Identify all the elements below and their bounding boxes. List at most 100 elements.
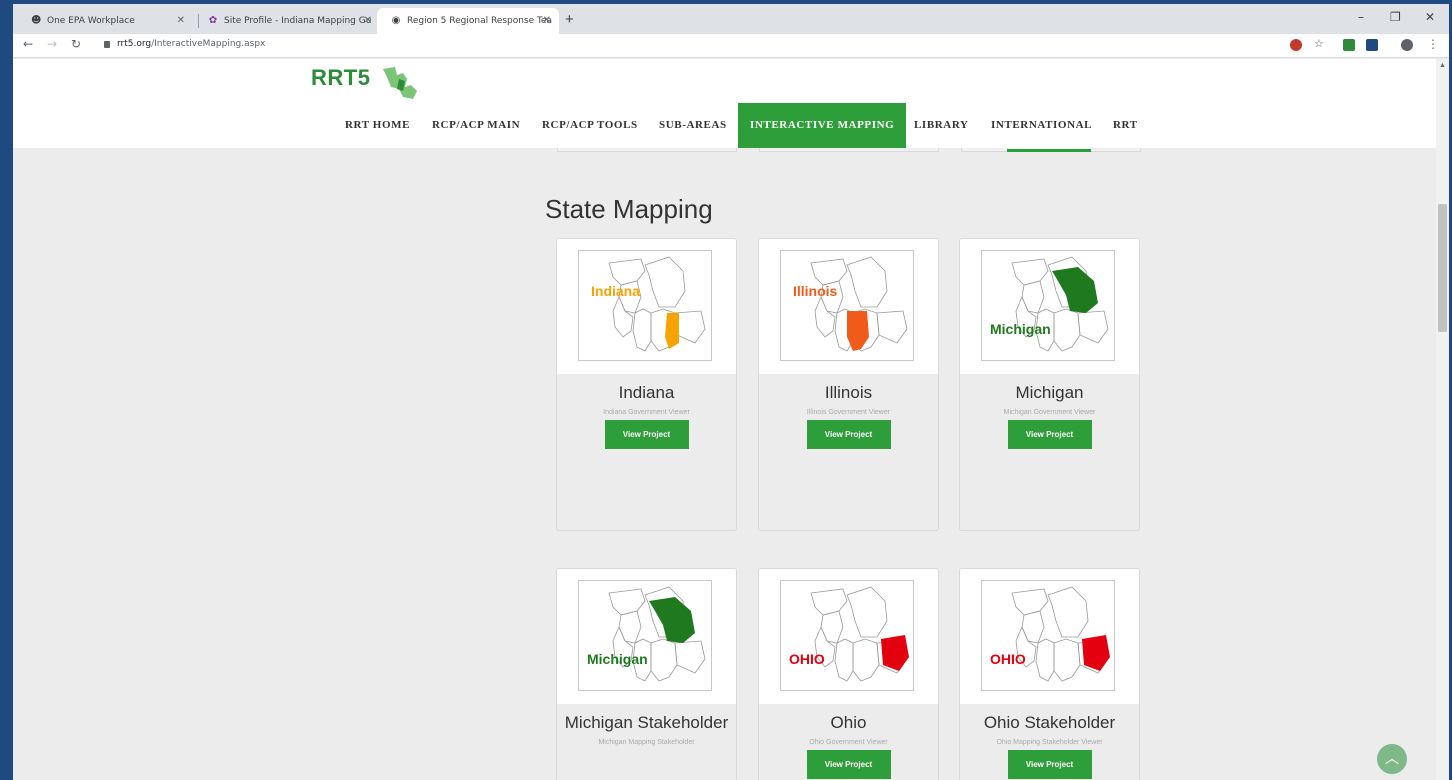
- tab-site-profile[interactable]: ✿ Site Profile - Indiana Mapping Gu ✕: [194, 8, 380, 34]
- card-subtitle: Indiana Government Viewer: [603, 409, 690, 416]
- back-icon[interactable]: ←: [23, 37, 33, 51]
- highlighted-state: [649, 597, 695, 643]
- state-outline: [834, 638, 854, 682]
- main-nav: RRT HOME RCP/ACP MAIN RCP/ACP TOOLS SUB-…: [13, 103, 1436, 148]
- card-michigan: Michigan Michigan Michigan Government Vi…: [959, 238, 1140, 531]
- state-outline: [1011, 588, 1049, 616]
- view-project-button[interactable]: View Project: [1007, 420, 1092, 449]
- state-outline: [1077, 310, 1109, 344]
- card-michigan-stakeholder: Michigan Michigan Stakeholder Michigan M…: [556, 568, 737, 780]
- nav-rrt-home[interactable]: RRT HOME: [345, 103, 410, 148]
- extension-green-icon[interactable]: [1343, 39, 1355, 51]
- state-outline: [1021, 280, 1045, 314]
- great-lakes-region-map: [810, 256, 908, 352]
- highlighted-state: [881, 635, 909, 671]
- people-icon: ☻: [31, 15, 42, 26]
- chevron-up-icon: ︿: [1385, 750, 1399, 766]
- close-tab-icon[interactable]: ✕: [364, 15, 372, 26]
- state-outline: [674, 310, 706, 344]
- map-thumbnail[interactable]: Michigan: [578, 580, 712, 691]
- card-subtitle: Michigan Government Viewer: [1003, 409, 1096, 416]
- map-state-label: OHIO: [990, 651, 1026, 667]
- state-outline: [674, 640, 706, 674]
- new-tab-button[interactable]: +: [565, 11, 574, 28]
- highlighted-state: [665, 313, 679, 349]
- state-outline: [810, 588, 848, 616]
- close-tab-icon[interactable]: ✕: [177, 15, 185, 26]
- great-lakes-region-map: [1011, 256, 1109, 352]
- lock-icon[interactable]: [104, 41, 110, 48]
- state-outline: [650, 638, 678, 682]
- map-thumbnail[interactable]: Indiana: [578, 250, 712, 361]
- state-outline: [608, 258, 646, 286]
- close-tab-icon[interactable]: ✕: [543, 15, 551, 26]
- state-outline: [618, 610, 642, 644]
- card-subtitle: Ohio Mapping Stakeholder Viewer: [996, 739, 1103, 746]
- browser-window: ☻ One EPA Workplace ✕ ✿ Site Profile - I…: [13, 4, 1449, 780]
- menu-icon[interactable]: ⋮: [1427, 37, 1439, 51]
- nav-rcp-acp-tools[interactable]: RCP/ACP TOOLS: [542, 103, 638, 148]
- page-scrollbar[interactable]: ▲: [1436, 59, 1449, 780]
- view-project-button[interactable]: View Project: [1007, 750, 1092, 779]
- extension-icon[interactable]: [1290, 39, 1302, 51]
- map-state-label: Indiana: [591, 283, 641, 299]
- state-outline: [1047, 586, 1089, 638]
- card-title: Illinois: [824, 383, 873, 402]
- card-indiana: Indiana Indiana Indiana Government Viewe…: [556, 238, 737, 531]
- profile-icon[interactable]: [1401, 39, 1413, 51]
- map-state-label: Michigan: [587, 651, 648, 667]
- state-outline: [846, 256, 888, 308]
- card-ohio: OHIO Ohio Ohio Government Viewer View Pr…: [758, 568, 939, 780]
- nav-international[interactable]: INTERNATIONAL: [991, 103, 1092, 148]
- card-illinois: Illinois Illinois Illinois Government Vi…: [758, 238, 939, 531]
- card-subtitle: Michigan Mapping Stakeholder: [598, 739, 695, 746]
- scroll-up-icon[interactable]: ▲: [1439, 62, 1446, 69]
- state-outline: [876, 310, 908, 344]
- view-project-button[interactable]: View Project: [806, 750, 891, 779]
- state-outline: [810, 258, 848, 286]
- tab-region5[interactable]: ◉ Region 5 Regional Response Tea ✕: [377, 8, 559, 34]
- epa-icon: ✿: [208, 15, 218, 26]
- great-lakes-region-map: [608, 256, 706, 352]
- nav-rrt[interactable]: RRT: [1113, 103, 1138, 148]
- great-lakes-region-map: [810, 586, 909, 682]
- nav-interactive-mapping[interactable]: INTERACTIVE MAPPING: [738, 103, 907, 148]
- view-project-button[interactable]: View Project: [806, 420, 891, 449]
- state-outline: [852, 638, 880, 682]
- forward-icon[interactable]: →: [47, 37, 57, 51]
- map-state-label: Michigan: [990, 321, 1051, 337]
- map-thumbnail[interactable]: Illinois: [780, 250, 914, 361]
- map-thumbnail[interactable]: OHIO: [780, 580, 914, 691]
- close-window-button[interactable]: ✕: [1425, 10, 1435, 24]
- state-outline: [820, 610, 844, 644]
- extension-blue-icon[interactable]: [1366, 39, 1378, 51]
- card-subtitle: Illinois Government Viewer: [806, 409, 891, 416]
- map-thumbnail[interactable]: OHIO: [981, 580, 1115, 691]
- url-field[interactable]: rrt5.org/InteractiveMapping.aspx: [117, 39, 265, 49]
- scrollbar-thumb[interactable]: [1438, 204, 1447, 332]
- tab-title: One EPA Workplace: [47, 16, 135, 26]
- map-thumbnail[interactable]: Michigan: [981, 250, 1115, 361]
- minimize-button[interactable]: –: [1358, 10, 1364, 24]
- great-lakes-region-map: [608, 586, 706, 682]
- highlighted-state: [1052, 267, 1098, 313]
- nav-sub-areas[interactable]: SUB-AREAS: [659, 103, 727, 148]
- star-icon[interactable]: ☆: [1314, 37, 1324, 50]
- site-header: RRT5 RRT HOME RCP/ACP MAIN RCP/ACP TOOLS…: [13, 59, 1436, 148]
- state-outline: [846, 586, 888, 638]
- tab-strip: ☻ One EPA Workplace ✕ ✿ Site Profile - I…: [13, 4, 1449, 34]
- view-project-button[interactable]: View Project: [604, 420, 689, 449]
- tab-title: Site Profile - Indiana Mapping Gu: [224, 16, 372, 26]
- tab-one-epa[interactable]: ☻ One EPA Workplace ✕: [17, 8, 193, 34]
- nav-library[interactable]: LIBRARY: [914, 103, 969, 148]
- card-title: Michigan Stakeholder: [564, 713, 729, 732]
- region-map-logo-icon: [383, 67, 417, 99]
- great-lakes-region-map: [1011, 586, 1110, 682]
- nav-rcp-acp-main[interactable]: RCP/ACP MAIN: [432, 103, 520, 148]
- back-to-top-button[interactable]: ︿: [1377, 744, 1407, 774]
- maximize-button[interactable]: ❐: [1390, 10, 1401, 24]
- map-state-label: Illinois: [793, 283, 838, 299]
- reload-icon[interactable]: ↻: [71, 37, 81, 51]
- globe-icon: ◉: [391, 15, 401, 26]
- site-logo[interactable]: RRT5: [311, 65, 370, 91]
